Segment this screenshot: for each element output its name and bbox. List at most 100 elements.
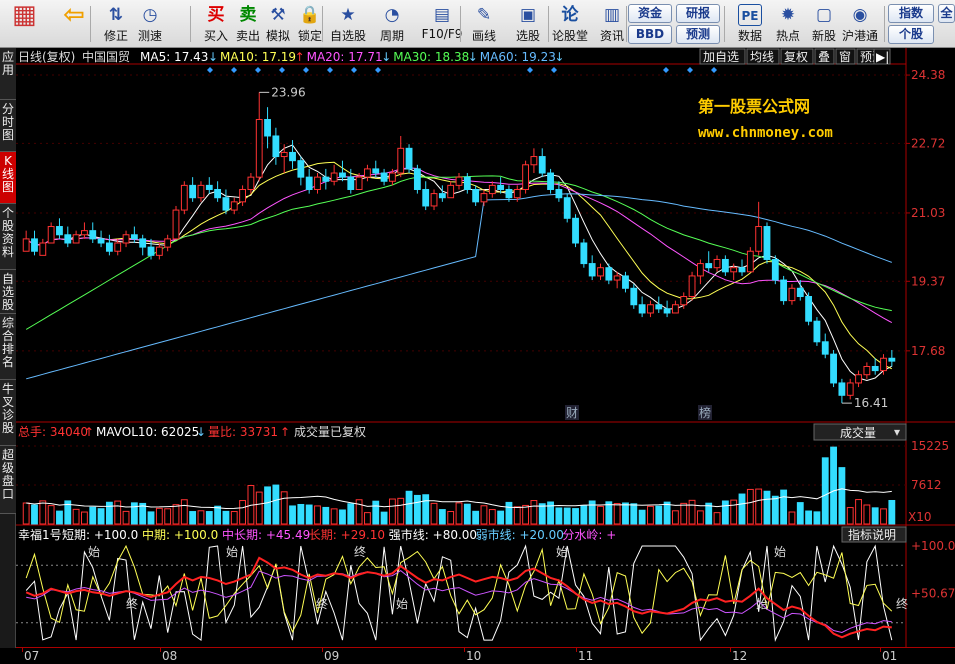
chart-button-1[interactable]: 均线: [750, 50, 774, 64]
volume-bar: [330, 508, 338, 525]
chart-button-2[interactable]: 复权: [784, 50, 808, 64]
event-diamond-icon[interactable]: [279, 67, 285, 73]
pill-button-4[interactable]: 指数: [888, 4, 934, 23]
candle-body: [597, 267, 604, 277]
pill-button-2[interactable]: BBD: [628, 25, 672, 44]
volume-bar: [472, 510, 480, 525]
candle-body: [488, 184, 496, 195]
left-tab-7[interactable]: 超级盘口: [0, 446, 16, 514]
left-tab-5[interactable]: 综合排名: [0, 314, 16, 380]
toolbar-pen-button[interactable]: ✎ 画线: [464, 2, 504, 46]
news-icon: ▥: [603, 5, 621, 25]
toolbar-grid-button[interactable]: ▦: [2, 2, 46, 46]
toolbar-hot-button[interactable]: ✹ 热点: [768, 2, 808, 46]
toolbar-hk-connect-button[interactable]: ◉ 沪港通: [840, 2, 880, 46]
candle-body: [580, 242, 588, 265]
event-diamond-icon[interactable]: [711, 67, 717, 73]
event-diamond-icon[interactable]: [527, 67, 533, 73]
volume-bar: [513, 506, 521, 525]
event-mark-0[interactable]: 财: [566, 406, 578, 420]
left-tab-1[interactable]: 分时图: [0, 100, 16, 152]
volume-bar: [497, 510, 505, 525]
volume-bar: [630, 503, 638, 525]
volume-bar: [522, 504, 530, 525]
volume-bar: [380, 511, 388, 525]
left-tab-6[interactable]: 牛叉诊股: [0, 380, 16, 446]
candle-body: [147, 246, 155, 256]
volume-bar: [405, 490, 413, 525]
event-diamond-icon[interactable]: [687, 67, 693, 73]
volume-select-label[interactable]: 成交量: [840, 425, 876, 440]
f10-icon: ▤: [433, 5, 451, 25]
pill-button-3[interactable]: 预测: [676, 25, 720, 44]
candle-body: [672, 304, 679, 314]
volume-bar: [755, 488, 763, 525]
indicator-item-4: 强市线: +80.00: [389, 527, 477, 542]
toolbar-lungu-button[interactable]: 论论股堂: [550, 2, 590, 46]
stock-name: 中国国贸: [82, 49, 130, 64]
low-price-label: 16.41: [854, 396, 888, 410]
down-arrow-icon: ↓: [381, 50, 391, 64]
candle-body: [39, 242, 47, 256]
volume-bar: [788, 511, 796, 525]
event-diamond-icon[interactable]: [375, 67, 381, 73]
candle-body: [705, 263, 713, 269]
indicator-tick-label: +100.0: [911, 539, 955, 553]
event-diamond-icon[interactable]: [551, 67, 557, 73]
chart-button-0[interactable]: 加自选: [703, 50, 739, 64]
indicator-item-2: 中长期: +45.49: [222, 527, 310, 542]
volume-bar: [888, 499, 896, 525]
volume-bar: [821, 457, 829, 525]
left-tab-4[interactable]: 自选股: [0, 270, 16, 314]
left-tab-3[interactable]: 个股资料: [0, 204, 16, 270]
candle-body: [846, 382, 854, 396]
toolbar-lock-button[interactable]: 🔒 锁定: [290, 2, 330, 46]
pill-button-0[interactable]: 资金: [628, 4, 672, 23]
candle-body: [447, 184, 455, 199]
chart-button-3[interactable]: 叠: [818, 50, 830, 64]
toolbar-pe-button[interactable]: PE 数据: [730, 2, 770, 46]
event-diamond-icon[interactable]: [303, 67, 309, 73]
event-diamond-icon[interactable]: [663, 67, 669, 73]
candle-body: [813, 320, 821, 343]
hammer-icon: ⚒: [270, 5, 286, 25]
left-tab-0[interactable]: 应用: [0, 48, 16, 100]
x-axis-tick: [576, 648, 577, 652]
right-arrow-icon[interactable]: ▶|: [876, 50, 889, 64]
toolbar-label: 周期: [379, 29, 404, 43]
event-diamond-icon[interactable]: [231, 67, 237, 73]
x-axis-month-label: 11: [578, 649, 594, 663]
left-tab-2[interactable]: K线图: [0, 152, 16, 204]
event-mark-1[interactable]: 榜: [699, 405, 711, 420]
toolbar-new-stock-button[interactable]: ▢ 新股: [804, 2, 844, 46]
indicator-signal-mark: 终: [126, 596, 138, 611]
watermark-title: 第一股票公式网: [698, 97, 810, 116]
chart-button-4[interactable]: 窗: [839, 50, 851, 64]
toolbar-select-button[interactable]: ▣ 选股: [508, 2, 548, 46]
pill-button-1[interactable]: 研报: [676, 4, 720, 23]
candle-body: [763, 226, 771, 260]
volume-bar: [447, 511, 455, 525]
kline-chart: 日线(复权) 中国国贸 MA5: 17.43 ↓ MA10: 17.19↑ MA20: 1…: [16, 48, 955, 647]
x-axis-month-label: 12: [732, 649, 748, 663]
candle-body: [480, 193, 488, 203]
pill-button-6[interactable]: 全: [938, 4, 955, 23]
toolbar-cycle-button[interactable]: ◔ 周期: [372, 2, 412, 46]
toolbar-separator: [548, 6, 549, 42]
event-diamond-icon[interactable]: [351, 67, 357, 73]
lungu-icon: 论: [561, 5, 579, 25]
toolbar-label: 自选股: [329, 29, 366, 43]
chevron-down-icon[interactable]: ▾: [894, 425, 900, 439]
volume-bar: [89, 506, 97, 525]
event-diamond-icon[interactable]: [255, 67, 261, 73]
candle-body: [638, 304, 646, 314]
pill-button-5[interactable]: 个股: [888, 25, 934, 44]
candle-body: [688, 275, 696, 298]
indicator-help-button[interactable]: 指标说明: [848, 527, 896, 542]
candle-body: [422, 188, 430, 207]
event-diamond-icon[interactable]: [207, 67, 213, 73]
toolbar-star-folder-button[interactable]: ★ 自选股: [328, 2, 368, 46]
event-diamond-icon[interactable]: [327, 67, 333, 73]
volume-mavol: MAVOL10: 62025: [96, 425, 199, 439]
toolbar-clock-button[interactable]: ◷ 测速: [130, 2, 170, 46]
